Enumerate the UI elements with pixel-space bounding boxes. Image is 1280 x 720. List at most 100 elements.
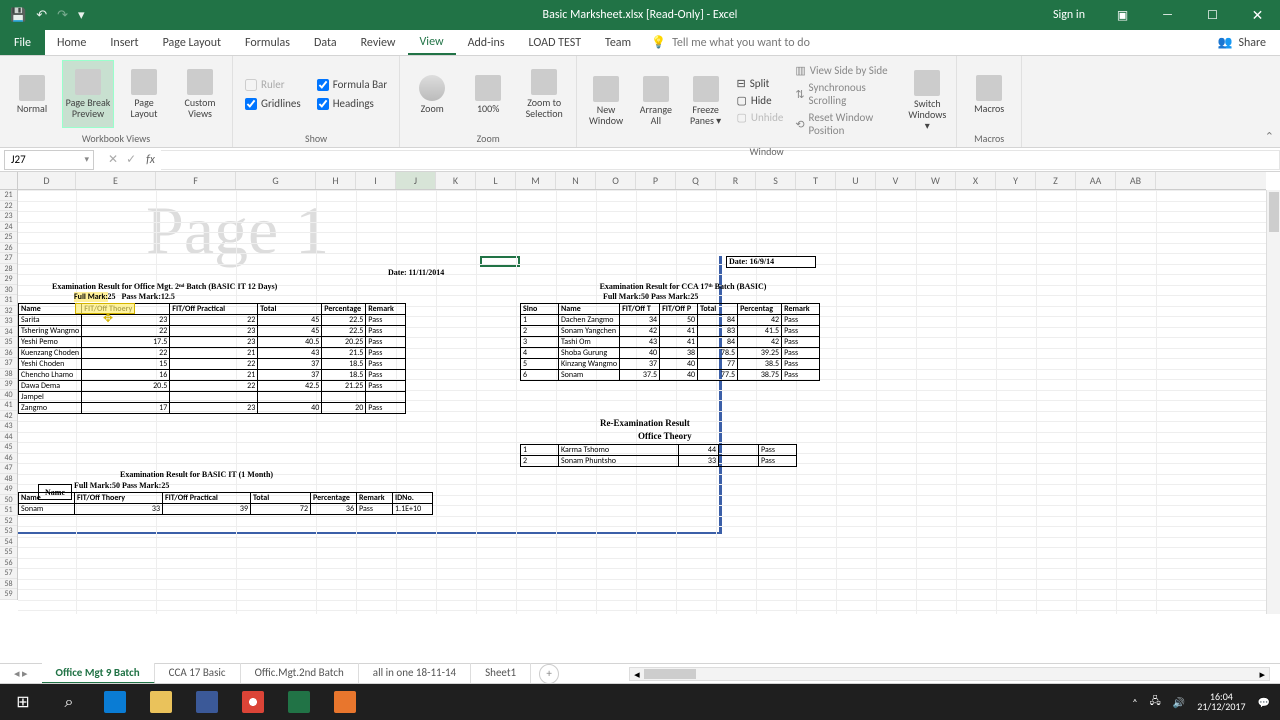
page-break-preview-button[interactable]: Page Break Preview <box>62 60 114 128</box>
row-header-47[interactable]: 47 <box>0 463 17 474</box>
col-header-M[interactable]: M <box>516 172 556 189</box>
row-header-48[interactable]: 48 <box>0 474 17 485</box>
row-header-23[interactable]: 23 <box>0 211 17 222</box>
col-header-E[interactable]: E <box>76 172 156 189</box>
tab-formulas[interactable]: Formulas <box>233 30 302 55</box>
tab-view[interactable]: View <box>408 30 456 55</box>
macros-button[interactable]: Macros <box>963 60 1015 128</box>
sheet-nav[interactable]: ◂ ▸ <box>0 667 42 680</box>
system-tray[interactable]: ˄ 🖧 🔊 16:0421/12/2017 💬 <box>1122 692 1280 712</box>
headings-checkbox[interactable]: Headings <box>317 97 387 110</box>
row-header-28[interactable]: 28 <box>0 264 17 275</box>
col-header-AB[interactable]: AB <box>1116 172 1156 189</box>
col-header-R[interactable]: R <box>716 172 756 189</box>
col-header-L[interactable]: L <box>476 172 516 189</box>
minimize-icon[interactable]: — <box>1145 0 1190 30</box>
save-icon[interactable]: 💾 <box>10 8 26 23</box>
row-header-51[interactable]: 51 <box>0 505 17 516</box>
col-header-X[interactable]: X <box>956 172 996 189</box>
row-header-26[interactable]: 26 <box>0 243 17 254</box>
tab-home[interactable]: Home <box>45 30 98 55</box>
sheet-tab[interactable]: Offic.Mgt.2nd Batch <box>241 663 359 684</box>
col-header-U[interactable]: U <box>836 172 876 189</box>
row-header-29[interactable]: 29 <box>0 274 17 285</box>
col-header-W[interactable]: W <box>916 172 956 189</box>
row-header-52[interactable]: 52 <box>0 516 17 527</box>
formula-bar-checkbox[interactable]: Formula Bar <box>317 78 387 91</box>
row-header-53[interactable]: 53 <box>0 526 17 537</box>
data-table[interactable]: NameFIT/Off ThoeryFIT/Off PracticalTotal… <box>18 492 433 515</box>
clock[interactable]: 16:0421/12/2017 <box>1197 692 1245 712</box>
row-header-46[interactable]: 46 <box>0 453 17 464</box>
col-header-V[interactable]: V <box>876 172 916 189</box>
col-header-F[interactable]: F <box>156 172 236 189</box>
gridlines-checkbox[interactable]: Gridlines <box>245 97 301 110</box>
vertical-scrollbar[interactable] <box>1266 190 1280 614</box>
sheet-tab[interactable]: Office Mgt 9 Batch <box>42 663 155 684</box>
signin-link[interactable]: Sign in <box>1038 8 1100 22</box>
row-header-45[interactable]: 45 <box>0 442 17 453</box>
tell-me-input[interactable]: 💡 Tell me what you want to do <box>651 35 810 50</box>
row-header-49[interactable]: 49 <box>0 484 17 495</box>
redo-icon[interactable]: ↷ <box>57 8 68 23</box>
ribbon-display-icon[interactable]: ▣ <box>1100 0 1145 30</box>
zoom-to-selection-button[interactable]: Zoom to Selection <box>518 60 570 128</box>
explorer-icon[interactable] <box>138 684 184 720</box>
excel-icon[interactable] <box>276 684 322 720</box>
row-header-40[interactable]: 40 <box>0 390 17 401</box>
custom-views-button[interactable]: Custom Views <box>174 60 226 128</box>
network-icon[interactable]: 🖧 <box>1150 694 1161 711</box>
hide-button[interactable]: ▢ Hide <box>737 92 784 109</box>
sheet-tab[interactable]: CCA 17 Basic <box>155 663 241 684</box>
share-button[interactable]: 👥 Share <box>1203 35 1280 50</box>
freeze-panes-button[interactable]: Freeze Panes ▾ <box>683 67 729 135</box>
data-table[interactable]: 1Karma Tshomo44Pass2Sonam Phuntsho33Pass <box>520 444 797 467</box>
row-header-58[interactable]: 58 <box>0 579 17 590</box>
row-header-57[interactable]: 57 <box>0 568 17 579</box>
col-header-Q[interactable]: Q <box>676 172 716 189</box>
col-header-Z[interactable]: Z <box>1036 172 1076 189</box>
col-header-AA[interactable]: AA <box>1076 172 1116 189</box>
row-headers[interactable]: 2122232425262728293031323334353637383940… <box>0 190 18 600</box>
arrange-all-button[interactable]: Arrange All <box>633 67 679 135</box>
row-header-27[interactable]: 27 <box>0 253 17 264</box>
add-sheet-button[interactable]: + <box>539 664 559 684</box>
col-header-J[interactable]: J <box>396 172 436 189</box>
horizontal-scrollbar[interactable]: ◂▸ <box>629 667 1270 681</box>
app-icon[interactable] <box>322 684 368 720</box>
chrome-icon[interactable] <box>230 684 276 720</box>
col-header-T[interactable]: T <box>796 172 836 189</box>
edge-icon[interactable] <box>92 684 138 720</box>
row-header-25[interactable]: 25 <box>0 232 17 243</box>
row-header-38[interactable]: 38 <box>0 369 17 380</box>
tab-file[interactable]: File <box>0 30 45 55</box>
row-header-32[interactable]: 32 <box>0 306 17 317</box>
collapse-ribbon-icon[interactable]: ⌃ <box>1265 130 1274 143</box>
data-table[interactable]: NameFIT/Off ThoeryFIT/Off PracticalTotal… <box>18 303 406 414</box>
close-icon[interactable]: ✕ <box>1235 0 1280 30</box>
new-window-button[interactable]: New Window <box>583 67 629 135</box>
qat-customize-icon[interactable]: ▾ <box>78 8 85 23</box>
search-icon[interactable]: ⌕ <box>46 684 92 720</box>
col-header-O[interactable]: O <box>596 172 636 189</box>
row-header-33[interactable]: 33 <box>0 316 17 327</box>
split-button[interactable]: ⊟ Split <box>737 75 784 92</box>
row-header-44[interactable]: 44 <box>0 432 17 443</box>
row-header-21[interactable]: 21 <box>0 190 17 201</box>
row-header-24[interactable]: 24 <box>0 222 17 233</box>
tab-addins[interactable]: Add-ins <box>456 30 517 55</box>
col-header-P[interactable]: P <box>636 172 676 189</box>
name-box[interactable]: J27 <box>4 150 94 170</box>
row-header-30[interactable]: 30 <box>0 285 17 296</box>
fx-icon[interactable]: fx <box>146 153 161 167</box>
undo-icon[interactable]: ↶ <box>36 8 47 23</box>
row-header-50[interactable]: 50 <box>0 495 17 506</box>
switch-windows-button[interactable]: Switch Windows ▾ <box>904 67 950 135</box>
row-header-54[interactable]: 54 <box>0 537 17 548</box>
sheet-tab[interactable]: all in one 18-11-14 <box>359 663 471 684</box>
row-header-42[interactable]: 42 <box>0 411 17 422</box>
row-header-59[interactable]: 59 <box>0 589 17 600</box>
row-header-22[interactable]: 22 <box>0 201 17 212</box>
normal-view-button[interactable]: Normal <box>6 60 58 128</box>
notifications-icon[interactable]: 💬 <box>1258 696 1270 709</box>
